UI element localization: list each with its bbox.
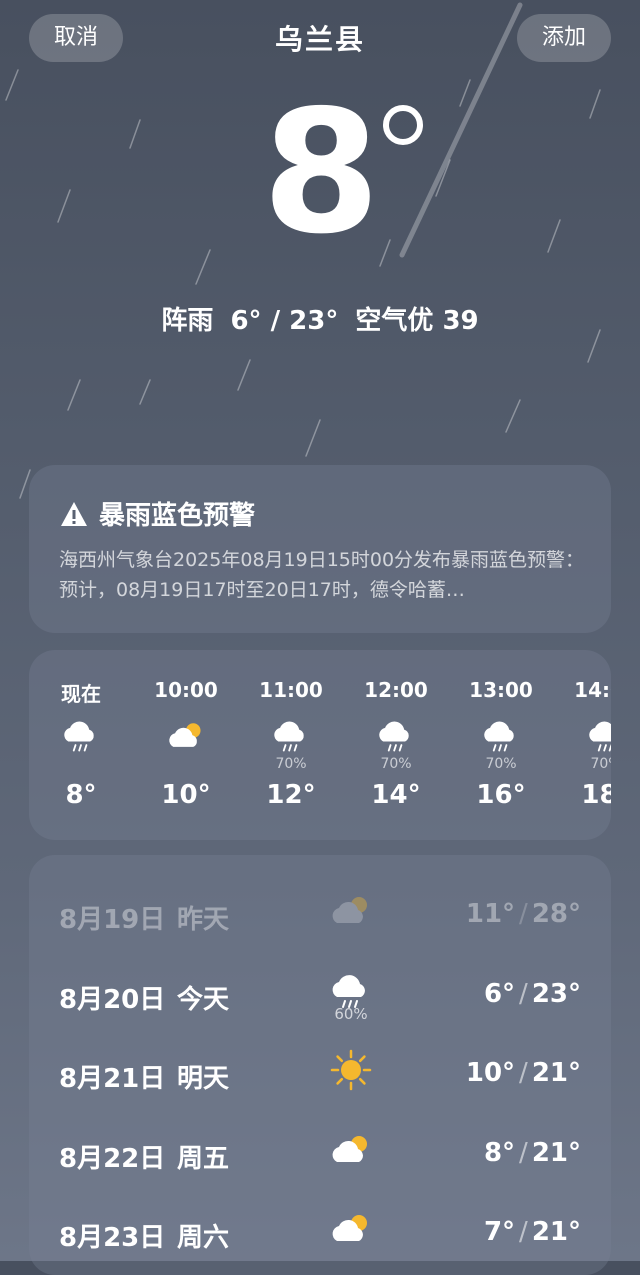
hour-time: 12:00 [364, 678, 428, 702]
hour-temp: 10° [161, 780, 211, 810]
day-low: 11° [465, 899, 516, 929]
day-low: 8° [483, 1137, 516, 1168]
daily-forecast-card: 8月19日 昨天 11°/28° 8月20日 今天 60% 6°/23° 8月21日… [29, 855, 611, 1275]
add-button[interactable]: 添加 [517, 14, 611, 62]
day-temp-range: 8°/21° [484, 1138, 581, 1168]
precip-chance: 70% [275, 756, 307, 772]
partly-cloudy-icon [329, 1128, 373, 1172]
range-separator: / [519, 1058, 528, 1088]
air-quality[interactable]: 空气优 39 [355, 306, 478, 336]
sun-icon [329, 1048, 373, 1092]
day-high: 21° [531, 1137, 581, 1168]
current-range: 6° / 23° [230, 306, 339, 336]
current-summary: 阵雨 6° / 23° 空气优 39 [0, 300, 640, 337]
alert-header: 暴雨蓝色预警 [59, 495, 255, 532]
hour-temp: 8° [65, 780, 97, 810]
hourly-forecast-card[interactable]: 现在 8° 10:00 10° 11:00 70% 12° 12:00 70% 14° [29, 650, 611, 840]
hour-temp: 14° [371, 780, 421, 810]
day-low: 10° [465, 1058, 516, 1088]
day-date: 8月20日 [59, 984, 166, 1015]
hour-time: 13:00 [469, 678, 533, 702]
daily-row[interactable]: 8月22日 周五 8°/21° [29, 1118, 611, 1196]
precip-chance: 70% [590, 756, 611, 772]
day-label: 周六 [177, 1223, 230, 1253]
hour-temp: 16° [476, 780, 526, 810]
day-label: 今天 [177, 984, 230, 1015]
weather-alert-card[interactable]: 暴雨蓝色预警 海西州气象台2025年08月19日15时00分发布暴雨蓝色预警：预… [29, 465, 611, 633]
day-date: 8月21日 [59, 1064, 166, 1094]
day-high: 21° [531, 1058, 581, 1088]
daily-row[interactable]: 8月21日 明天 10°/21° [29, 1038, 611, 1116]
range-separator: / [519, 1137, 528, 1168]
warning-icon [61, 501, 87, 526]
day-high: 21° [531, 1217, 581, 1247]
rain-cloud-icon [376, 716, 416, 756]
day-date: 8月23日 [59, 1223, 166, 1253]
hour-time: 11:00 [259, 678, 323, 702]
rain-cloud-icon [61, 716, 101, 756]
day-high: 23° [531, 978, 581, 1009]
range-separator: / [519, 899, 528, 929]
precip-chance: 70% [485, 756, 517, 772]
rain-cloud-icon [481, 716, 521, 756]
rain-cloud-icon [586, 716, 611, 756]
degree-symbol [383, 105, 423, 145]
day-label: 明天 [177, 1064, 230, 1094]
day-label: 昨天 [177, 905, 230, 935]
day-temp-range: 6°/23° [484, 979, 581, 1009]
hour-time: 10:00 [154, 678, 218, 702]
partly-cloudy-icon [329, 1207, 373, 1251]
day-high: 28° [531, 899, 581, 929]
day-low: 7° [483, 1217, 516, 1247]
day-temp-range: 10°/21° [466, 1058, 581, 1088]
day-low: 6° [483, 978, 516, 1009]
precip-chance: 60% [334, 1004, 368, 1023]
day-date: 8月22日 [59, 1143, 166, 1174]
day-label: 周五 [177, 1143, 230, 1174]
range-separator: / [519, 978, 528, 1009]
daily-row[interactable]: 8月20日 今天 60% 6°/23° [29, 959, 611, 1037]
current-temperature: 8 [262, 74, 381, 272]
current-condition: 阵雨 [161, 306, 214, 336]
hour-time: 现在 [61, 682, 101, 706]
day-date: 8月19日 [59, 905, 166, 935]
day-temp-range: 7°/21° [484, 1217, 581, 1247]
daily-row[interactable]: 8月19日 昨天 11°/28° [29, 879, 611, 957]
hour-temp: 18° [581, 780, 611, 810]
daily-row[interactable]: 8月23日 周六 7°/21° [29, 1197, 611, 1275]
alert-title: 暴雨蓝色预警 [99, 501, 256, 531]
rain-cloud-icon [271, 716, 311, 756]
range-separator: / [519, 1217, 528, 1247]
day-temp-range: 11°/28° [466, 899, 581, 929]
partly-cloudy-icon [329, 889, 373, 933]
precip-chance: 70% [380, 756, 412, 772]
partly-cloudy-icon [166, 716, 206, 756]
hour-temp: 12° [266, 780, 316, 810]
alert-body: 海西州气象台2025年08月19日15时00分发布暴雨蓝色预警：预计，08月19… [59, 549, 585, 601]
hour-time: 14:00 [574, 678, 611, 702]
